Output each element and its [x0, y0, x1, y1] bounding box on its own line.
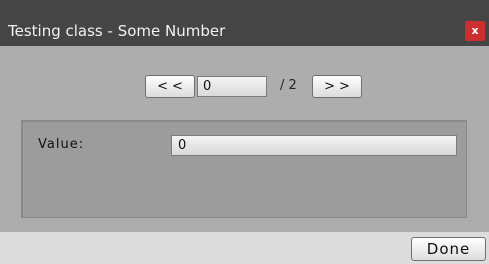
window-title: Testing class - Some Number [8, 22, 226, 40]
property-panel: Value: [21, 120, 467, 218]
value-field[interactable] [171, 135, 457, 156]
dialog-window: Testing class - Some Number x << / 2 >> … [0, 0, 489, 264]
value-label: Value: [38, 137, 85, 152]
dialog-footer: Done [0, 232, 489, 264]
page-total-label: / 2 [280, 78, 297, 93]
title-bar[interactable]: Testing class - Some Number x [0, 0, 489, 46]
next-page-button[interactable]: >> [312, 75, 362, 98]
page-number-input[interactable] [197, 76, 267, 97]
close-button[interactable]: x [465, 21, 485, 41]
previous-page-button[interactable]: << [145, 75, 195, 98]
close-icon[interactable]: x [465, 21, 485, 41]
done-button[interactable]: Done [411, 237, 486, 261]
